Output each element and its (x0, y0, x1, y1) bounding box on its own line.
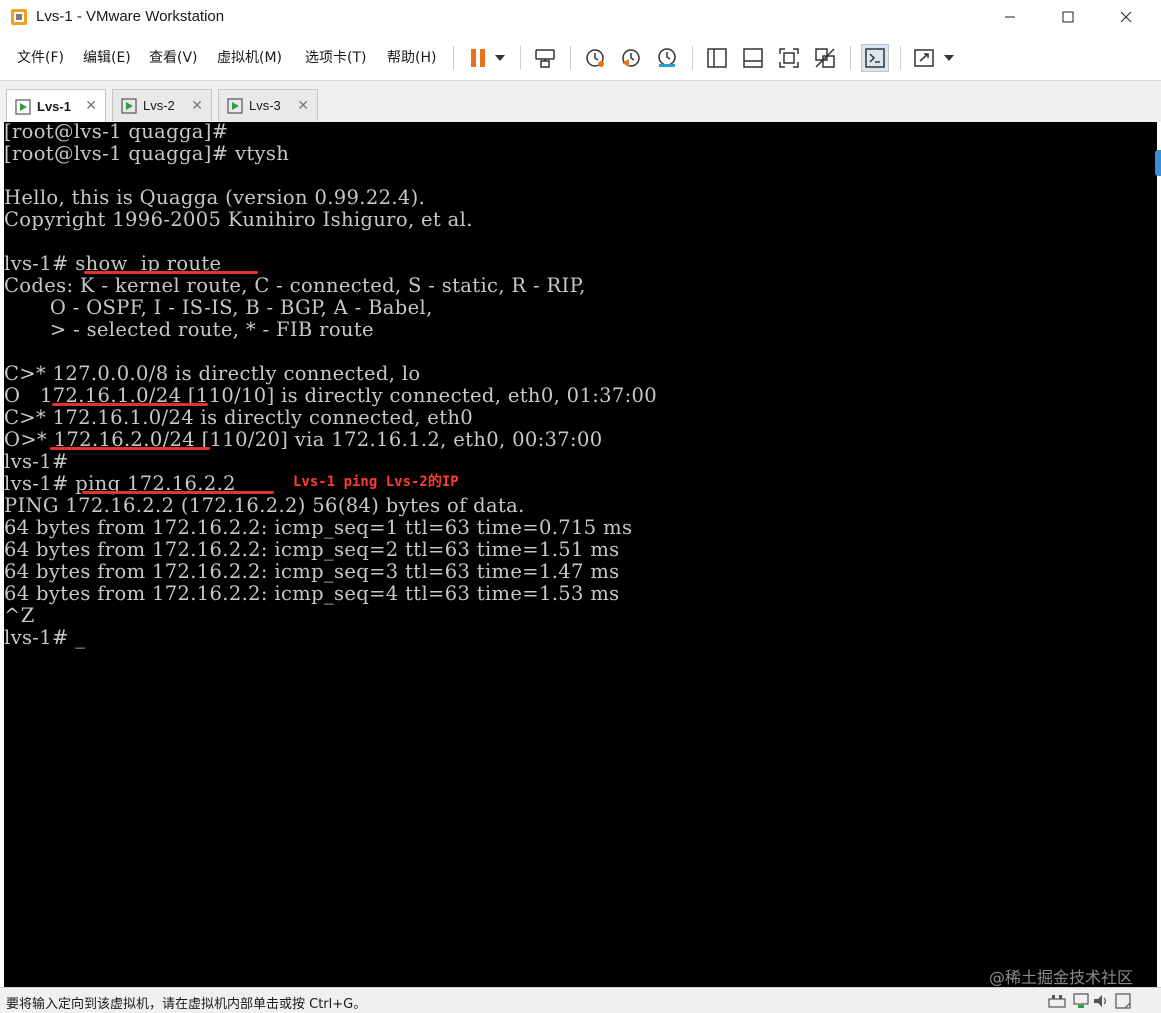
console-line: Codes: K - kernel route, C - connected, … (4, 274, 586, 297)
close-tab-icon[interactable]: ✕ (85, 98, 97, 114)
menu-help[interactable]: 帮助(H) (387, 47, 436, 67)
status-message: 要将输入定向到该虚拟机，请在虚拟机内部单击或按 Ctrl+G。 (6, 997, 367, 1012)
console-line: PING 172.16.2.2 (172.16.2.2) 56(84) byte… (4, 494, 525, 517)
message-icon[interactable] (1114, 992, 1132, 1010)
tab-label: Lvs-1 (37, 99, 71, 114)
console-line: O - OSPF, I - IS-IS, B - BGP, A - Babel, (4, 296, 433, 319)
close-tab-icon[interactable]: ✕ (297, 98, 309, 114)
underline-show-ip-route (84, 271, 258, 274)
vm-tab-strip: Lvs-1 ✕ Lvs-2 ✕ Lvs-3 ✕ (0, 80, 1161, 123)
console-line: 64 bytes from 172.16.2.2: icmp_seq=1 ttl… (4, 516, 633, 539)
pause-icon (471, 49, 485, 67)
vmware-app-icon (11, 9, 27, 25)
vm-icon (227, 97, 243, 114)
edge-scroll-handle[interactable] (1155, 150, 1161, 176)
maximize-icon (1062, 11, 1074, 23)
console-view-icon (865, 48, 885, 68)
console-line: > - selected route, * - FIB route (4, 318, 374, 341)
menu-vm[interactable]: 虚拟机(M) (217, 47, 282, 67)
pause-dropdown-button[interactable] (490, 44, 510, 72)
status-bar: 要将输入定向到该虚拟机，请在虚拟机内部单击或按 Ctrl+G。 (0, 987, 1161, 1013)
revert-snapshot-button[interactable] (617, 44, 645, 72)
snapshot-manager-button[interactable] (653, 44, 681, 72)
console-line: C>* 172.16.1.0/24 is directly connected,… (4, 406, 474, 429)
menu-file[interactable]: 文件(F) (17, 47, 64, 67)
menu-edit[interactable]: 编辑(E) (83, 47, 131, 67)
snapshot-button[interactable] (581, 44, 609, 72)
window-title: Lvs-1 - VMware Workstation (36, 8, 225, 25)
tab-lvs-1[interactable]: Lvs-1 ✕ (6, 89, 106, 123)
toolbar-separator (453, 46, 454, 70)
console-line: 64 bytes from 172.16.2.2: icmp_seq=4 ttl… (4, 582, 620, 605)
send-ctrl-alt-del-button[interactable] (531, 44, 559, 72)
full-screen-button[interactable] (775, 44, 803, 72)
console-line: [root@lvs-1 quagga]# vtysh (4, 142, 290, 165)
pause-button[interactable] (464, 44, 492, 72)
underline-ping-command (82, 491, 274, 494)
snapshot-icon (586, 49, 604, 67)
close-tab-icon[interactable]: ✕ (191, 98, 203, 114)
toolbar-separator (520, 46, 521, 70)
stretch-dropdown-button[interactable] (939, 44, 959, 72)
sound-icon[interactable] (1092, 992, 1110, 1010)
console-line: ^Z (4, 604, 35, 627)
vm-icon (121, 97, 137, 114)
tab-label: Lvs-2 (143, 98, 175, 113)
menu-view[interactable]: 查看(V) (149, 47, 198, 67)
thumbnail-bar-icon (743, 48, 763, 68)
underline-route-172-16-1 (52, 403, 208, 406)
annotation-label: Lvs-1 ping Lvs-2的IP (293, 474, 459, 490)
stretch-guest-icon (914, 49, 934, 67)
close-icon (1120, 11, 1132, 23)
tab-label: Lvs-3 (249, 98, 281, 113)
console-line: lvs-1# _ (4, 626, 86, 649)
toolbar-separator (692, 46, 693, 70)
close-button[interactable] (1097, 0, 1155, 34)
vm-icon (15, 98, 31, 115)
snapshot-manager-icon (658, 48, 676, 67)
title-bar: Lvs-1 - VMware Workstation (0, 0, 1161, 34)
watermark: @稀土掘金技术社区 (988, 968, 1133, 987)
menu-tabs[interactable]: 选项卡(T) (305, 47, 366, 67)
console-line: [root@lvs-1 quagga]# (4, 122, 229, 143)
send-ctrl-alt-del-icon (535, 49, 555, 68)
vm-console[interactable]: [root@lvs-1 quagga]# [root@lvs-1 quagga]… (4, 122, 1157, 987)
underline-route-172-16-2 (50, 447, 210, 450)
console-line: lvs-1# (4, 450, 69, 473)
tab-lvs-3[interactable]: Lvs-3 ✕ (218, 89, 318, 121)
console-line: 64 bytes from 172.16.2.2: icmp_seq=3 ttl… (4, 560, 620, 583)
console-line: 64 bytes from 172.16.2.2: icmp_seq=2 ttl… (4, 538, 620, 561)
full-screen-icon (779, 48, 799, 68)
toolbar-separator (900, 46, 901, 70)
revert-snapshot-icon (622, 49, 640, 67)
console-line: C>* 127.0.0.0/8 is directly connected, l… (4, 362, 421, 385)
unity-button[interactable] (811, 44, 839, 72)
toolbar-separator (850, 46, 851, 70)
minimize-button[interactable] (981, 0, 1039, 34)
show-library-icon (707, 48, 727, 68)
toolbar-separator (570, 46, 571, 70)
tab-lvs-2[interactable]: Lvs-2 ✕ (112, 89, 212, 121)
console-view-button[interactable] (861, 44, 889, 72)
thumbnail-bar-button[interactable] (739, 44, 767, 72)
network-adapter-icon[interactable] (1048, 992, 1066, 1010)
unity-icon (815, 48, 835, 68)
dropdown-arrow-icon (495, 55, 505, 61)
minimize-icon (1005, 16, 1015, 18)
console-line: Hello, this is Quagga (version 0.99.22.4… (4, 186, 426, 209)
dropdown-arrow-icon (944, 55, 954, 61)
maximize-button[interactable] (1039, 0, 1097, 34)
device-icon[interactable] (1072, 992, 1090, 1010)
console-line: Copyright 1996-2005 Kunihiro Ishiguro, e… (4, 208, 473, 231)
show-library-button[interactable] (703, 44, 731, 72)
stretch-guest-button[interactable] (911, 44, 939, 72)
menu-toolbar: 文件(F) 编辑(E) 查看(V) 虚拟机(M) 选项卡(T) 帮助(H) (0, 34, 1161, 80)
